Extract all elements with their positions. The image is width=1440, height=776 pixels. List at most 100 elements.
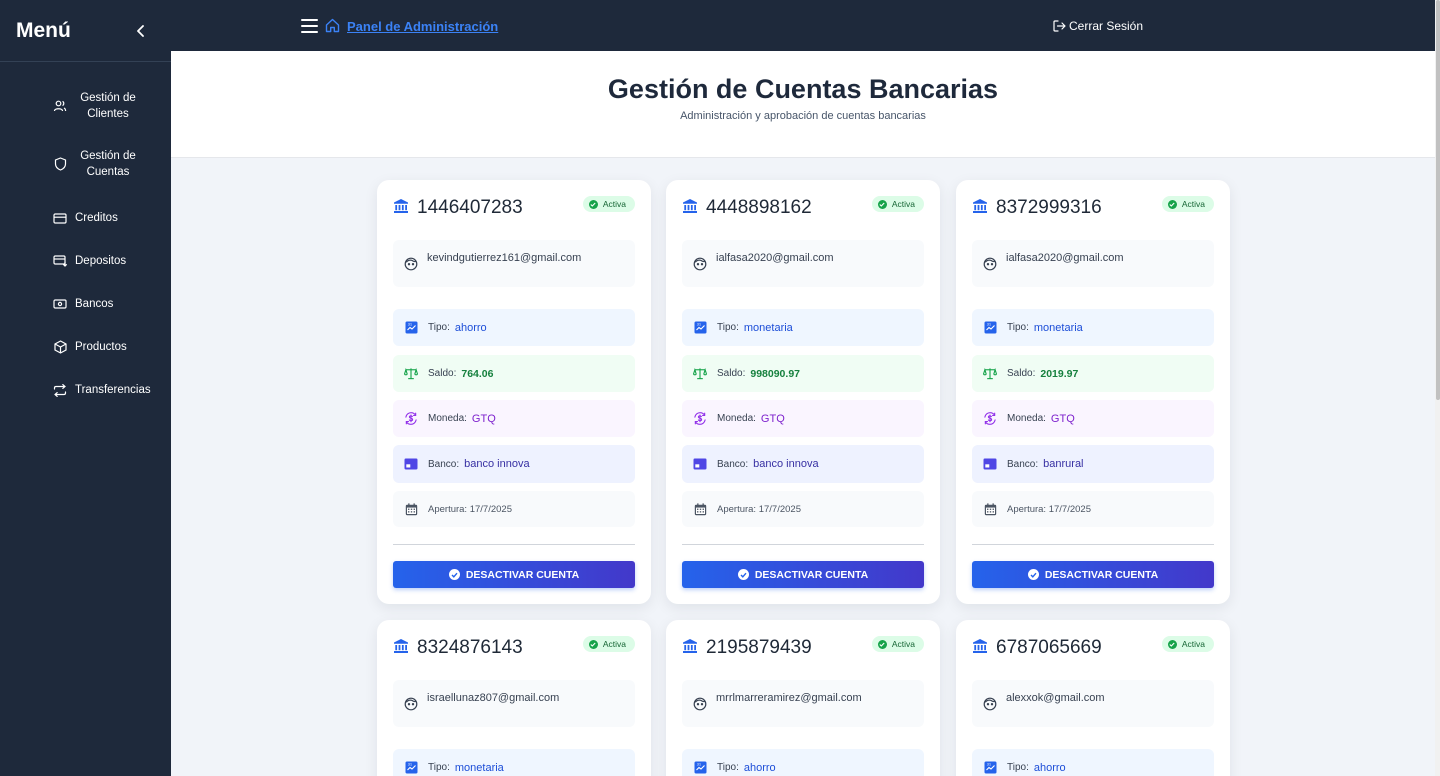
- page-subtitle: Administración y aprobación de cuentas b…: [680, 110, 926, 122]
- moneda-value: GTQ: [1050, 412, 1075, 425]
- email-field: mrrlmarreramirez@gmail.com: [682, 680, 924, 727]
- check-circle-icon: [1027, 569, 1039, 580]
- card-divider: [393, 544, 635, 545]
- sidebar-item-bancos[interactable]: Bancos: [0, 294, 171, 314]
- svg-text:31: 31: [407, 762, 412, 766]
- status-badge[interactable]: Activa: [582, 196, 635, 212]
- tipo-field: 31 Tipo: monetaria: [972, 309, 1214, 346]
- banco-field: Banco: banrural: [972, 445, 1214, 483]
- deactivate-account-button[interactable]: DESACTIVAR CUENTA: [682, 561, 924, 588]
- bank-icon: [682, 638, 698, 659]
- status-label: Activa: [602, 639, 626, 649]
- package-icon: [52, 339, 68, 355]
- calendar-icon: [693, 502, 707, 516]
- bank-card-icon: [404, 457, 418, 471]
- sidebar-item-productos[interactable]: Productos: [0, 337, 171, 357]
- tipo-field: 31 Tipo: ahorro: [682, 749, 924, 776]
- tipo-field: 31 Tipo: monetaria: [393, 749, 635, 776]
- sidebar-item-depositos[interactable]: Depositos: [0, 251, 171, 271]
- sidebar: Menú Gestión de Clientes Gestión de Cuen…: [0, 0, 171, 776]
- logout-button[interactable]: Cerrar Sesión: [1053, 19, 1143, 33]
- svg-text:31: 31: [986, 762, 991, 766]
- banco-value: banrural: [1043, 458, 1084, 470]
- sidebar-item-transferencias[interactable]: Transferencias: [0, 380, 171, 400]
- tipo-label: Tipo:: [428, 762, 450, 773]
- tipo-value: ahorro: [1033, 761, 1066, 774]
- account-type-icon: 31: [693, 761, 707, 775]
- account-header: 8372999316: [972, 197, 1102, 219]
- deactivate-account-button[interactable]: DESACTIVAR CUENTA: [393, 561, 635, 588]
- sidebar-item-label: Transferencias: [75, 384, 151, 396]
- status-label: Activa: [602, 199, 626, 209]
- status-badge[interactable]: Activa: [582, 636, 635, 652]
- account-number: 8372999316: [996, 197, 1102, 218]
- sidebar-item-gestion-cuentas[interactable]: Gestión de Cuentas: [0, 142, 171, 186]
- status-badge[interactable]: Activa: [1161, 196, 1214, 212]
- apertura-text: Apertura: 17/7/2025: [717, 503, 801, 515]
- email-value: israellunaz807@gmail.com: [427, 692, 560, 704]
- deactivate-account-button[interactable]: DESACTIVAR CUENTA: [972, 561, 1214, 588]
- deactivate-label: DESACTIVAR CUENTA: [465, 568, 580, 581]
- moneda-value: GTQ: [471, 412, 496, 425]
- tipo-label: Tipo:: [1007, 762, 1029, 773]
- email-field: israellunaz807@gmail.com: [393, 680, 635, 727]
- status-label: Activa: [1181, 639, 1205, 649]
- status-badge[interactable]: Activa: [1161, 636, 1214, 652]
- check-circle-icon: [877, 639, 887, 649]
- check-circle-icon: [1167, 639, 1177, 649]
- credit-card-icon: [52, 210, 68, 226]
- check-circle-icon: [1167, 199, 1177, 209]
- account-card: 1446407283 Activa kevindgutierrez161@gma…: [377, 180, 651, 604]
- saldo-label: Saldo:: [1007, 368, 1036, 379]
- hamburger-menu-icon[interactable]: [301, 19, 318, 33]
- saldo-label: Saldo:: [717, 368, 746, 379]
- apertura-text: Apertura: 17/7/2025: [1007, 503, 1091, 515]
- sidebar-item-creditos[interactable]: Creditos: [0, 208, 171, 228]
- account-header: 1446407283: [393, 197, 523, 219]
- user-face-icon: [404, 697, 418, 711]
- sidebar-item-label: Depositos: [75, 255, 127, 267]
- tipo-label: Tipo:: [717, 762, 739, 773]
- email-field: ialfasa2020@gmail.com: [972, 240, 1214, 287]
- sidebar-item-label: Productos: [75, 341, 127, 353]
- banknote-icon: [52, 296, 68, 312]
- account-type-icon: 31: [983, 321, 997, 335]
- saldo-field: Saldo: 998090.97: [682, 355, 924, 392]
- tipo-value: monetaria: [454, 761, 504, 774]
- status-badge[interactable]: Activa: [871, 196, 924, 212]
- bank-card-icon: [693, 457, 707, 471]
- scrollbar-thumb[interactable]: [1436, 0, 1440, 400]
- banco-field: Banco: banco innova: [682, 445, 924, 483]
- sidebar-title: Menú: [16, 18, 71, 42]
- sidebar-item-label: Bancos: [75, 298, 114, 310]
- svg-text:31: 31: [407, 322, 412, 326]
- banco-value: banco innova: [753, 458, 819, 470]
- user-face-icon: [983, 257, 997, 271]
- calendar-icon: [983, 502, 997, 516]
- tipo-label: Tipo:: [428, 322, 450, 333]
- admin-panel-link[interactable]: Panel de Administración: [347, 19, 498, 34]
- card-divider: [682, 544, 924, 545]
- chevron-left-icon[interactable]: [131, 21, 151, 41]
- status-badge[interactable]: Activa: [871, 636, 924, 652]
- account-type-icon: 31: [983, 761, 997, 775]
- home-icon[interactable]: [325, 18, 341, 34]
- saldo-value: 2019.97: [1040, 367, 1079, 380]
- tipo-value: ahorro: [743, 761, 776, 774]
- sidebar-item-gestion-clientes[interactable]: Gestión de Clientes: [0, 84, 171, 128]
- account-header: 4448898162: [682, 197, 812, 219]
- email-field: alexxok@gmail.com: [972, 680, 1214, 727]
- check-circle-icon: [737, 569, 749, 580]
- email-field: ialfasa2020@gmail.com: [682, 240, 924, 287]
- tipo-field: 31 Tipo: ahorro: [972, 749, 1214, 776]
- tipo-field: 31 Tipo: ahorro: [393, 309, 635, 346]
- moneda-label: Moneda:: [428, 413, 467, 424]
- tipo-value: ahorro: [454, 321, 487, 334]
- email-value: mrrlmarreramirez@gmail.com: [716, 692, 862, 704]
- saldo-field: Saldo: 2019.97: [972, 355, 1214, 392]
- check-circle-icon: [588, 639, 598, 649]
- status-label: Activa: [891, 639, 915, 649]
- banco-label: Banco:: [717, 458, 749, 470]
- sidebar-item-label: Gestión de Cuentas: [80, 150, 136, 178]
- apertura-field: Apertura: 17/7/2025: [682, 491, 924, 527]
